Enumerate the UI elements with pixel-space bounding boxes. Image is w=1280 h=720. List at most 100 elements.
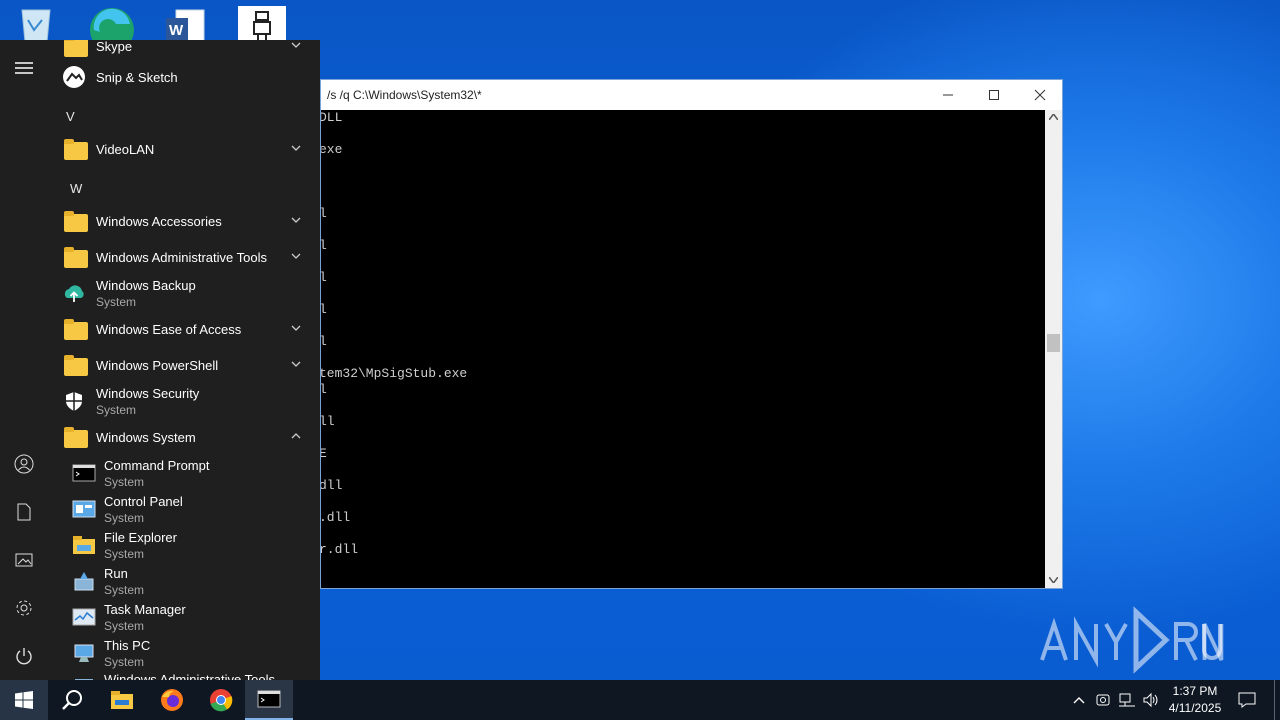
- minimize-button[interactable]: [925, 80, 971, 109]
- user-icon[interactable]: [12, 452, 36, 476]
- scroll-down-arrow-icon[interactable]: [1049, 577, 1058, 583]
- start-item-windows-system[interactable]: Windows System: [56, 420, 312, 454]
- firefox-icon: [161, 689, 183, 711]
- start-item-file-explorer[interactable]: File Explorer System: [64, 528, 312, 562]
- shield-icon: [62, 389, 86, 413]
- chrome-taskbar-button[interactable]: [197, 680, 245, 720]
- item-label: Skype: [96, 40, 133, 54]
- folder-icon: [62, 353, 88, 377]
- file-explorer-taskbar-button[interactable]: [98, 680, 146, 720]
- folder-icon: [62, 317, 88, 341]
- console-line: tem32\MpSigStub.exe: [321, 366, 468, 381]
- item-sublabel: System: [96, 403, 137, 417]
- start-item-videolan[interactable]: VideoLAN: [56, 132, 312, 166]
- search-button[interactable]: [48, 680, 96, 720]
- start-item-snip-sketch[interactable]: Snip & Sketch: [56, 60, 312, 94]
- start-item-windows-powershell[interactable]: Windows PowerShell: [56, 348, 312, 382]
- chevron-down-icon: [291, 42, 301, 48]
- show-hidden-icons-button[interactable]: [1068, 680, 1090, 720]
- file-explorer-icon: [111, 691, 133, 709]
- meet-now-icon: [1096, 694, 1110, 706]
- folder-icon: [62, 209, 88, 233]
- hamburger-menu-icon[interactable]: [12, 56, 36, 80]
- word-icon[interactable]: W: [164, 4, 214, 45]
- control-panel-icon: [72, 497, 96, 521]
- network-button[interactable]: [1116, 680, 1138, 720]
- recycle-bin-icon[interactable]: [14, 4, 64, 44]
- console-line: dll: [321, 478, 343, 493]
- item-label: Windows Security: [96, 386, 200, 401]
- start-item-windows-admin-tools-cut[interactable]: Windows Administrative Tools: [64, 670, 312, 680]
- pictures-icon[interactable]: [12, 548, 36, 572]
- console-line: l: [321, 238, 327, 253]
- chrome-icon: [210, 689, 233, 712]
- snip-sketch-icon: [62, 65, 86, 89]
- anyrun-watermark-logo: [1036, 604, 1236, 674]
- section-letter-w[interactable]: W: [70, 181, 82, 196]
- backup-cloud-icon: [62, 281, 86, 305]
- start-item-windows-security[interactable]: Windows Security System: [56, 384, 312, 418]
- show-desktop-button[interactable]: [1274, 680, 1280, 720]
- item-sublabel: System: [104, 511, 145, 525]
- item-sublabel: System: [104, 475, 145, 489]
- start-item-windows-ease-of-access[interactable]: Windows Ease of Access: [56, 312, 312, 346]
- chevron-down-icon: [291, 253, 301, 259]
- item-sublabel: System: [104, 583, 145, 597]
- cmd-taskbar-button[interactable]: [245, 680, 293, 720]
- console-line: l: [321, 270, 327, 285]
- edge-icon[interactable]: [86, 4, 136, 52]
- start-item-windows-admin-tools[interactable]: Windows Administrative Tools: [56, 240, 312, 274]
- item-label: VideoLAN: [96, 142, 155, 157]
- section-letter-v[interactable]: V: [66, 109, 75, 124]
- start-item-windows-backup[interactable]: Windows Backup System: [56, 276, 312, 310]
- folder-icon: [62, 137, 88, 161]
- start-item-control-panel[interactable]: Control Panel System: [64, 492, 312, 526]
- start-item-run[interactable]: Run System: [64, 564, 312, 598]
- start-item-this-pc[interactable]: This PC System: [64, 636, 312, 670]
- documents-icon[interactable]: [12, 500, 36, 524]
- item-sublabel: System: [104, 655, 145, 669]
- search-icon: [62, 690, 82, 710]
- close-button[interactable]: [1017, 80, 1063, 109]
- maximize-button[interactable]: [971, 80, 1017, 109]
- meet-now-button[interactable]: [1092, 680, 1114, 720]
- command-prompt-icon: [72, 461, 96, 485]
- console-output[interactable]: DLL exe l l l l l tem32\MpSigStub.exe l …: [321, 110, 1047, 588]
- start-item-command-prompt[interactable]: Command Prompt System: [64, 456, 312, 490]
- computer-icon: [72, 641, 96, 665]
- item-label: Task Manager: [104, 602, 186, 617]
- command-prompt-window[interactable]: /s /q C:\Windows\System32\* DLL exe l l …: [320, 79, 1063, 589]
- taskbar: 1:37 PM 4/11/2025: [0, 680, 1280, 720]
- vertical-scrollbar[interactable]: [1045, 110, 1062, 588]
- settings-gear-icon[interactable]: [12, 596, 36, 620]
- chevron-down-icon: [291, 145, 301, 151]
- folder-icon: [62, 245, 88, 269]
- start-item-windows-accessories[interactable]: Windows Accessories: [56, 204, 312, 238]
- scroll-up-arrow-icon[interactable]: [1049, 114, 1058, 120]
- item-label: Run: [104, 566, 128, 581]
- power-icon[interactable]: [12, 644, 36, 668]
- start-menu: Skype Snip & Sketch V VideoLAN W Windows…: [0, 40, 320, 680]
- folder-icon: [62, 40, 88, 58]
- volume-button[interactable]: [1140, 680, 1162, 720]
- item-label: Command Prompt: [104, 458, 210, 473]
- windows-logo-icon: [15, 691, 33, 709]
- chevron-up-icon: [1073, 697, 1085, 704]
- scrollbar-thumb[interactable]: [1047, 334, 1060, 352]
- item-label: Windows Administrative Tools: [96, 250, 267, 265]
- file-explorer-icon: [72, 533, 96, 557]
- window-titlebar[interactable]: /s /q C:\Windows\System32\*: [321, 80, 1062, 110]
- notifications-button[interactable]: [1232, 680, 1262, 720]
- start-button[interactable]: [0, 680, 48, 720]
- app-tile-icon[interactable]: [238, 4, 286, 44]
- item-label: Control Panel: [104, 494, 183, 509]
- chevron-down-icon: [291, 325, 301, 331]
- firefox-taskbar-button[interactable]: [148, 680, 196, 720]
- console-line: exe: [321, 142, 343, 157]
- start-item-task-manager[interactable]: Task Manager System: [64, 600, 312, 634]
- item-label: File Explorer: [104, 530, 177, 545]
- taskbar-clock[interactable]: 1:37 PM 4/11/2025: [1160, 683, 1230, 717]
- console-line: l: [321, 206, 327, 221]
- task-manager-icon: [72, 605, 96, 629]
- item-label: Windows Ease of Access: [96, 322, 242, 337]
